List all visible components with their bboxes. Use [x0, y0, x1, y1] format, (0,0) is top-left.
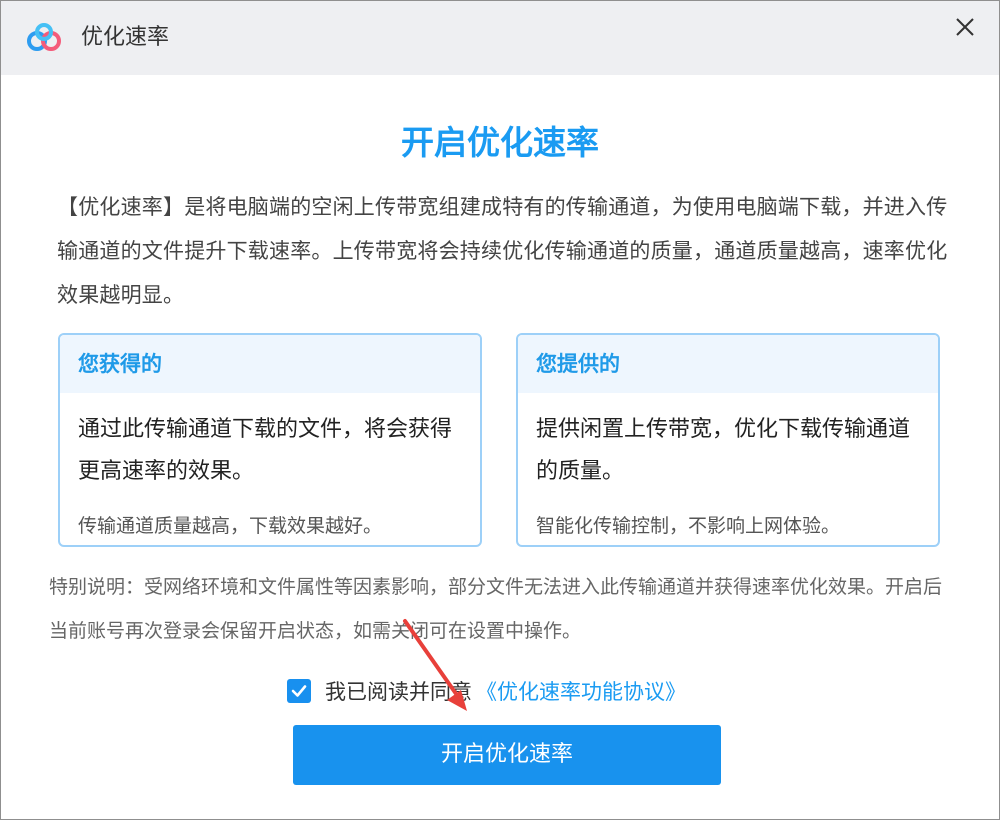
dialog-window: 优化速率 开启优化速率 【优化速率】是将电脑端的空闲上传带宽组建成特有的传输通道…: [0, 0, 1000, 820]
special-note: 特别说明：受网络环境和文件属性等因素影响，部分文件无法进入此传输通道并获得速率优…: [49, 576, 943, 642]
gain-card: 您获得的 通过此传输通道下载的文件，将会获得更高速率的效果。 传输通道质量越高，…: [58, 333, 482, 547]
baidu-netdisk-cloud-icon: [25, 23, 65, 53]
agreement-row: 我已阅读并同意 《优化速率功能协议》: [287, 675, 686, 707]
gain-card-sub: 传输通道质量越高，下载效果越好。: [78, 515, 383, 537]
check-icon: [291, 685, 307, 697]
title-bar: 优化速率: [1, 1, 999, 75]
window-title: 优化速率: [81, 25, 170, 50]
enable-optimize-button[interactable]: 开启优化速率: [293, 725, 721, 785]
close-icon[interactable]: [949, 11, 981, 43]
provide-card: 您提供的 提供闲置上传带宽，优化下载传输通道的质量。 智能化传输控制，不影响上网…: [516, 333, 940, 547]
agreement-checkbox[interactable]: [287, 679, 311, 703]
provide-card-main: 提供闲置上传带宽，优化下载传输通道的质量。: [536, 417, 911, 484]
provide-card-title: 您提供的: [518, 335, 938, 393]
gain-card-main: 通过此传输通道下载的文件，将会获得更高速率的效果。: [78, 417, 453, 484]
page-title: 开启优化速率: [401, 123, 599, 162]
gain-card-title: 您获得的: [60, 335, 480, 393]
provide-card-sub: 智能化传输控制，不影响上网体验。: [536, 515, 841, 537]
feature-description: 【优化速率】是将电脑端的空闲上传带宽组建成特有的传输通道，为使用电脑端下载，并进…: [57, 195, 948, 307]
agreement-text: 我已阅读并同意: [325, 680, 472, 704]
agreement-link[interactable]: 《优化速率功能协议》: [476, 676, 686, 706]
